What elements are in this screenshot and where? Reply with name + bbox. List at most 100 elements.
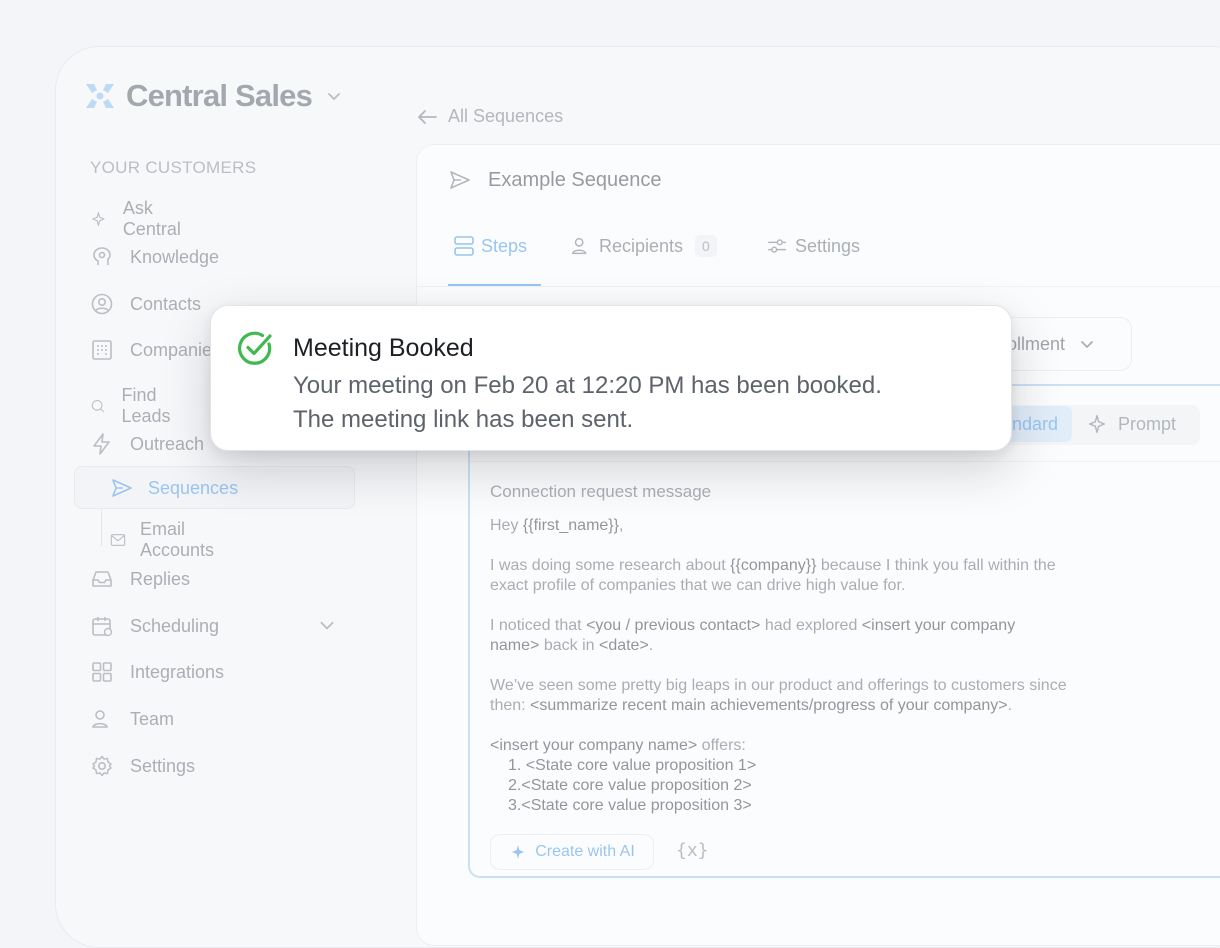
paragraph: <insert your company name> offers: — [490, 736, 1170, 756]
sidebar-item-label: Email Accounts — [140, 519, 215, 560]
building-icon — [92, 340, 112, 360]
chevron-down-icon — [328, 93, 340, 101]
tab-label: Steps — [481, 235, 528, 256]
central-logo-icon — [86, 84, 114, 108]
sidebar-item-label: Outreach — [130, 433, 205, 454]
sidebar-item-label: Settings — [130, 755, 196, 776]
insert-variable-button[interactable]: {x} — [676, 840, 709, 861]
chevron-down-icon — [1081, 341, 1093, 349]
variable-token: {{company}} — [730, 557, 817, 574]
toast-message-line: The meeting link has been sent. — [293, 406, 634, 433]
recipients-count-badge: 0 — [695, 235, 717, 257]
sequence-title: Example Sequence — [488, 168, 662, 191]
sidebar-item-integrations[interactable]: Integrations — [90, 660, 224, 684]
sidebar-item-label: Replies — [130, 568, 191, 589]
steps-icon — [454, 236, 474, 256]
back-link-label: All Sequences — [448, 106, 564, 126]
text-run: offers: — [697, 737, 746, 754]
mail-icon — [110, 534, 126, 546]
sidebar-item-label: Sequences — [148, 477, 239, 498]
sliders-icon — [768, 239, 786, 253]
text-run: Hey — [490, 517, 523, 534]
tab-steps[interactable]: Steps — [454, 235, 527, 257]
variable-token: <you / previous contact> — [586, 617, 761, 634]
variable-token: <insert your company — [861, 617, 1016, 634]
text-run: back in — [539, 637, 599, 654]
mode-standard-label: ndard — [1011, 413, 1058, 434]
user-circle-icon — [91, 293, 113, 315]
text-run: I noticed that — [490, 617, 587, 634]
list-item: 2.<State core value proposition 2> — [508, 777, 752, 794]
variable-token: <insert your company name> — [490, 737, 698, 754]
sidebar-item-settings[interactable]: Settings — [90, 754, 195, 778]
sidebar-item-sequences[interactable]: Sequences — [110, 477, 238, 499]
sidebar-item-label: Companies — [130, 339, 222, 360]
sidebar-item-label: Integrations — [130, 661, 225, 682]
grid-icon — [92, 662, 112, 682]
sidebar-item-label: Scheduling — [130, 615, 220, 636]
users-icon — [571, 237, 587, 255]
sparkle-icon — [512, 845, 525, 859]
mode-prompt-button[interactable]: Prompt — [1086, 413, 1176, 435]
sidebar-item-companies[interactable]: Companies — [90, 338, 221, 362]
create-with-ai-button[interactable]: Create with AI — [490, 834, 654, 870]
toast-title: Meeting Booked — [293, 334, 474, 362]
sidebar-item-email-accounts[interactable]: Email Accounts — [110, 519, 222, 561]
message-label: Connection request message — [490, 482, 712, 501]
sidebar-item-scheduling[interactable]: Scheduling — [90, 614, 219, 638]
text-run: We’ve seen some pretty big leaps in our … — [490, 677, 1067, 694]
text-run: exact profile of companies that we can d… — [490, 577, 906, 594]
workspace-name: Central Sales — [126, 78, 313, 113]
sidebar-item-contacts[interactable]: Contacts — [90, 292, 201, 316]
sidebar-section-label: YOUR CUSTOMERS — [90, 158, 257, 177]
sidebar-item-team[interactable]: Team — [90, 707, 174, 731]
toast-message: Your meeting on Feb 20 at 12:20 PM has b… — [293, 369, 993, 437]
gear-icon — [92, 755, 112, 777]
variable-token: <summarize recent main achievements/prog… — [530, 697, 1008, 714]
chevron-down-icon[interactable] — [318, 616, 336, 634]
brain-icon — [93, 247, 111, 265]
text-run: . — [1007, 697, 1013, 714]
text-run: . — [648, 637, 654, 654]
text-run: because I think you fall within the — [816, 557, 1056, 574]
editor-toolbar-divider — [470, 461, 1220, 462]
paragraph: I noticed that <you / previous contact> … — [490, 616, 1170, 656]
sidebar-item-label: Contacts — [130, 293, 202, 314]
sidebar-item-knowledge[interactable]: Knowledge — [90, 245, 219, 269]
variable-token: {{first_name}} — [522, 517, 619, 534]
sidebar-item-label: Team — [130, 708, 175, 729]
sidebar-item-outreach[interactable]: Outreach — [90, 432, 204, 456]
sparkle-icon — [92, 212, 105, 226]
search-icon — [91, 399, 105, 413]
check-circle-icon — [238, 331, 272, 365]
message-body[interactable]: Hey {{first_name}}, I was doing some res… — [490, 516, 1170, 816]
tabs-divider — [416, 286, 1220, 287]
create-with-ai-label: Create with AI — [535, 843, 635, 860]
inbox-icon — [92, 571, 112, 587]
variable-token: name> — [490, 637, 540, 654]
sparkle-icon — [1088, 415, 1106, 433]
sidebar-item-find-leads[interactable]: Find Leads — [90, 385, 179, 427]
sidebar-item-ask-central[interactable]: Ask Central — [90, 198, 188, 240]
tab-label: Settings — [795, 235, 861, 256]
text-run: had explored — [760, 617, 862, 634]
send-icon — [112, 479, 132, 497]
variable-token: <date> — [598, 637, 649, 654]
toast-message-line: Your meeting on Feb 20 at 12:20 PM has b… — [293, 372, 882, 399]
list-item: 3.<State core value proposition 3> — [508, 797, 752, 814]
sidebar-item-label: Knowledge — [130, 246, 220, 267]
users-icon — [92, 710, 108, 728]
text-run: then: — [490, 697, 531, 714]
sidebar-item-label: Find Leads — [121, 385, 171, 426]
tab-label: Recipients — [599, 235, 684, 256]
send-icon — [450, 171, 470, 189]
tab-recipients[interactable]: Recipients 0 — [570, 235, 717, 257]
back-link[interactable]: All Sequences — [416, 106, 563, 127]
tab-settings[interactable]: Settings — [766, 235, 860, 257]
sidebar-item-replies[interactable]: Replies — [90, 567, 190, 591]
bolt-icon — [93, 433, 110, 455]
sequence-header: Example Sequence — [448, 168, 661, 192]
workspace-switcher[interactable]: Central Sales — [84, 78, 342, 114]
greeting-line: Hey {{first_name}}, — [490, 516, 1170, 536]
meeting-booked-toast: Meeting Booked Your meeting on Feb 20 at… — [210, 305, 1012, 451]
